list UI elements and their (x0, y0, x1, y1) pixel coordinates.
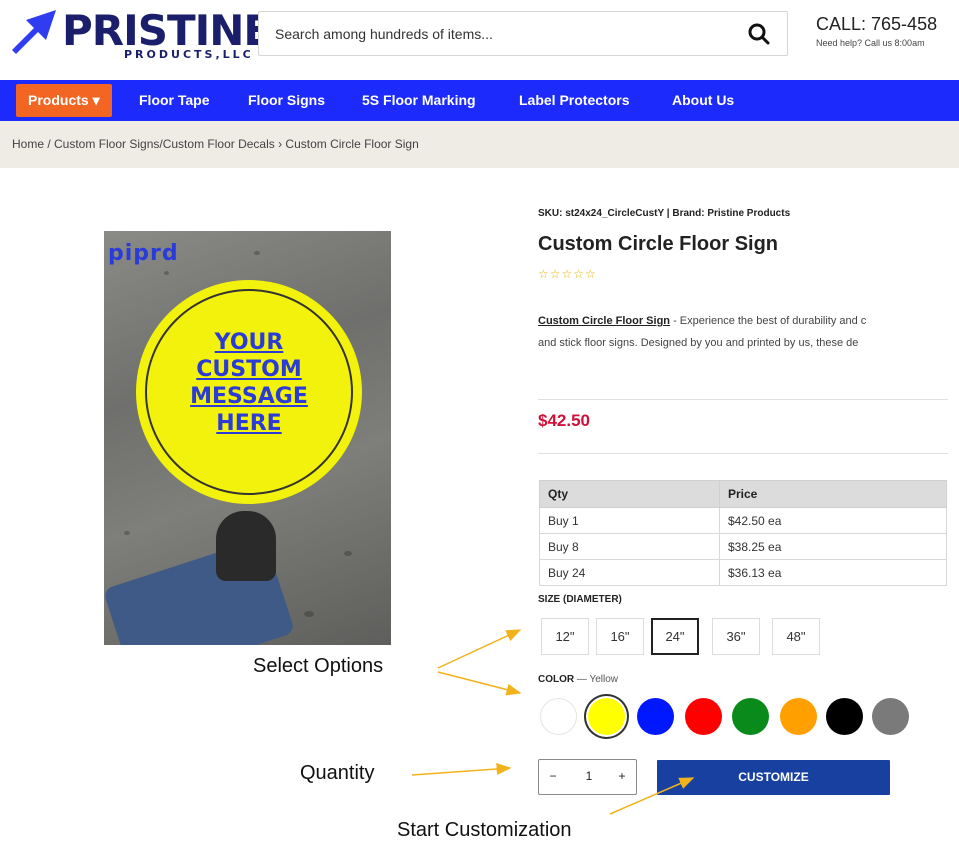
quantity-decrease-button[interactable]: − (545, 769, 561, 783)
color-swatch[interactable] (685, 698, 722, 735)
product-description: Custom Circle Floor Sign - Experience th… (538, 315, 867, 349)
color-swatch[interactable] (540, 698, 577, 735)
nav-about-us[interactable]: About Us (672, 80, 734, 121)
description-link[interactable]: Custom Circle Floor Sign (538, 315, 670, 327)
products-menu-button[interactable]: Products ▾ (16, 84, 112, 117)
sku-brand: SKU: st24x24_CircleCustY | Brand: Pristi… (538, 208, 791, 219)
annotation-start-customization: Start Customization (397, 819, 572, 841)
color-swatch[interactable] (780, 698, 817, 735)
table-row: Buy 1 $42.50 ea (539, 507, 947, 534)
table-header-price: Price (719, 480, 947, 508)
call-phone[interactable]: CALL: 765-458 (816, 14, 937, 35)
search-input[interactable] (275, 23, 715, 45)
product-title: Custom Circle Floor Sign (538, 233, 779, 255)
size-option-36[interactable]: 36" (712, 618, 760, 655)
color-label: COLOR — Yellow (538, 674, 619, 685)
color-swatch[interactable] (732, 698, 769, 735)
logo-subtext: PRODUCTS,LLC (124, 48, 254, 61)
divider (538, 399, 948, 400)
size-option-16[interactable]: 16" (596, 618, 644, 655)
color-swatch[interactable] (872, 698, 909, 735)
arrow-to-quantity (411, 762, 512, 776)
circle-sign-text: YOUR CUSTOM MESSAGE HERE (190, 330, 308, 436)
breadcrumb[interactable]: Home / Custom Floor Signs/Custom Floor D… (12, 137, 419, 151)
size-label: SIZE (DIAMETER) (538, 594, 622, 605)
shoe (216, 511, 276, 581)
nav-label-protectors[interactable]: Label Protectors (519, 80, 629, 121)
arrow-to-size-options (437, 629, 522, 669)
logo[interactable]: PRISTINE PRODUCTS,LLC (12, 6, 272, 68)
nav-floor-signs[interactable]: Floor Signs (248, 80, 325, 121)
color-swatch[interactable] (637, 698, 674, 735)
product-image[interactable]: piprd YOUR CUSTOM MESSAGE HERE (104, 231, 391, 645)
product-price: $42.50 (538, 411, 590, 430)
help-text: Need help? Call us 8:00am (816, 38, 925, 48)
search-box (258, 11, 788, 56)
quantity-increase-button[interactable]: + (614, 769, 630, 783)
size-option-48[interactable]: 48" (772, 618, 820, 655)
quantity-stepper[interactable]: − 1 + (538, 759, 637, 795)
size-option-24-selected[interactable]: 24" (651, 618, 699, 655)
table-header-qty: Qty (539, 480, 720, 508)
site-header: PRISTINE PRODUCTS,LLC CALL: 765-458 Need… (0, 0, 959, 80)
logo-arrow-icon (12, 10, 56, 54)
quantity-value[interactable]: 1 (579, 769, 599, 783)
divider (538, 453, 948, 454)
breadcrumb-bar: Home / Custom Floor Signs/Custom Floor D… (0, 121, 959, 168)
bulk-price-table: Qty Price Buy 1 $42.50 ea Buy 8 $38.25 e… (539, 480, 947, 586)
nav-floor-tape[interactable]: Floor Tape (139, 80, 210, 121)
image-watermark: piprd (108, 241, 179, 266)
main-nav: Products ▾ Floor Tape Floor Signs 5S Flo… (0, 80, 959, 121)
table-row: Buy 8 $38.25 ea (539, 533, 947, 560)
annotation-select-options: Select Options (253, 655, 384, 677)
table-header-row: Qty Price (539, 480, 947, 508)
customize-button[interactable]: CUSTOMIZE (657, 760, 890, 795)
nav-5s-floor-marking[interactable]: 5S Floor Marking (362, 80, 476, 121)
color-swatch[interactable] (588, 698, 625, 735)
arrow-to-color-options (437, 671, 522, 696)
annotation-quantity: Quantity (300, 762, 375, 784)
search-icon[interactable] (747, 22, 771, 46)
size-option-12[interactable]: 12" (541, 618, 589, 655)
color-swatch[interactable] (826, 698, 863, 735)
table-row: Buy 24 $36.13 ea (539, 559, 947, 586)
rating-stars[interactable]: ☆☆☆☆☆ (538, 267, 597, 281)
